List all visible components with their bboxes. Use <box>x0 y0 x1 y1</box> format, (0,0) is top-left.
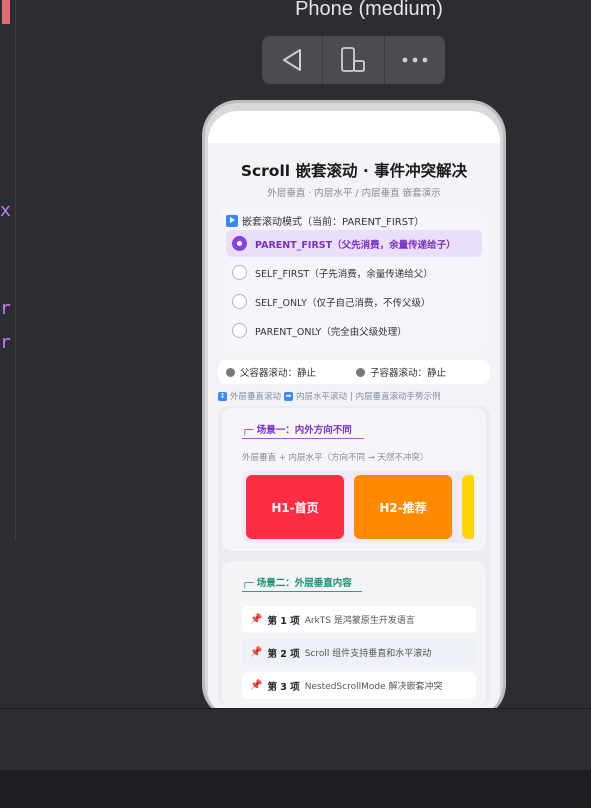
page-subtitle: 外层垂直 · 内层水平 / 内层垂直 嵌套演示 <box>267 188 441 199</box>
radio-icon <box>232 323 247 338</box>
code-fragment: r <box>0 332 11 353</box>
device-rotate-icon <box>341 47 366 72</box>
mode-heading: 嵌套滚动模式（当前：PARENT_FIRST） <box>226 213 482 228</box>
list-item[interactable]: 📌 第 2 项 Scroll 组件支持垂直和水平滚动 <box>242 639 476 666</box>
mode-option-self-only[interactable]: SELF_ONLY（仅子自己消费，不传父级） <box>226 288 482 315</box>
status-dot-icon <box>226 367 235 377</box>
scene1-title-text: 场景一：内外方向不同 <box>256 425 352 436</box>
status-bar <box>208 111 500 143</box>
mode-option-parent-only[interactable]: PARENT_ONLY（完全由父级处理） <box>226 317 482 344</box>
code-fragment: x <box>0 200 11 221</box>
phone-screen[interactable]: Scroll 嵌套滚动 · 事件冲突解决 外层垂直 · 内层水平 / 内层垂直 … <box>208 111 500 717</box>
list-item-number: 第 1 项 <box>267 615 300 627</box>
scene1-desc: 外层垂直 + 内层水平（方向不同 → 天然不冲突） <box>242 453 429 463</box>
pin-icon: 📌 <box>250 647 263 658</box>
mode-option-label: PARENT_FIRST（父先消费，余量传递给子） <box>255 239 456 251</box>
list-item[interactable]: 📌 第 3 项 NestedScrollMode 解决嵌套冲突 <box>242 672 476 699</box>
scene2-title-text: 场景二：外层垂直内容 <box>256 578 352 589</box>
tab-box-next[interactable] <box>462 475 474 539</box>
radio-selected-icon <box>232 236 247 251</box>
parent-scroll-status: 父容器滚动：静止 <box>226 365 356 379</box>
child-status-text: 子容器滚动：静止 <box>370 368 447 379</box>
mode-option-parent-first[interactable]: PARENT_FIRST（父先消费，余量传递给子） <box>226 230 482 257</box>
nested-mode-card: 嵌套滚动模式（当前：PARENT_FIRST） PARENT_FIRST（父先消… <box>218 207 490 352</box>
mode-heading-label: 嵌套滚动模式（当前：PARENT_FIRST） <box>242 217 425 228</box>
rotate-device-button[interactable] <box>323 36 385 84</box>
code-marker <box>2 0 10 24</box>
outer-vertical-scroll[interactable]: ┌─ 场景一：内外方向不同 外层垂直 + 内层水平（方向不同 → 天然不冲突） … <box>218 406 490 706</box>
device-title: Phone (medium) <box>295 0 443 20</box>
legend-outer: 外层垂直滚动 <box>230 392 282 402</box>
mode-option-self-first[interactable]: SELF_FIRST（子先消费，余量传递给父） <box>226 259 482 286</box>
play-icon <box>226 214 238 227</box>
more-dots-icon <box>402 57 428 63</box>
scroll-status-card: 父容器滚动：静止 子容器滚动：静止 <box>218 360 490 384</box>
pin-icon: 📌 <box>250 680 263 691</box>
tab-box-recommend[interactable]: H2-推荐 <box>354 475 452 539</box>
code-editor-gutter: x r r <box>0 0 16 540</box>
previewer-toolbar <box>262 36 445 84</box>
tab-box-home[interactable]: H1-首页 <box>246 475 344 539</box>
vertical-arrows-icon: ↕ <box>218 391 227 401</box>
bottom-panel <box>0 708 591 770</box>
child-scroll-status: 子容器滚动：静止 <box>356 365 486 379</box>
parent-status-text: 父容器滚动：静止 <box>240 368 317 379</box>
scroll-legend: ↕ 外层垂直滚动 ➡ 内层水平滚动 | 内层垂直滚动手势示例 <box>218 390 490 402</box>
more-button[interactable] <box>385 36 445 84</box>
status-strip <box>0 770 591 808</box>
list-item-number: 第 3 项 <box>267 681 300 693</box>
horizontal-arrow-icon: ➡ <box>284 391 294 401</box>
mode-option-label: PARENT_ONLY（完全由父级处理） <box>255 326 407 338</box>
mode-option-label: SELF_ONLY（仅子自己消费，不传父级） <box>255 297 431 309</box>
scene2-title: ┌─ 场景二：外层垂直内容 <box>242 575 362 592</box>
inner-horizontal-scroll[interactable]: H1-首页 H2-推荐 <box>242 471 474 543</box>
list-item-text: NestedScrollMode 解决嵌套冲突 <box>304 682 443 692</box>
mode-option-label: SELF_FIRST（子先消费，余量传递给父） <box>255 268 433 280</box>
back-triangle-icon <box>283 49 302 71</box>
radio-icon <box>232 294 247 309</box>
list-item-number: 第 2 项 <box>267 648 300 660</box>
legend-inner: 内层水平滚动 <box>296 392 348 402</box>
scene1-title: ┌─ 场景一：内外方向不同 <box>242 422 364 439</box>
list-item[interactable]: 📌 第 1 项 ArkTS 是鸿蒙原生开发语言 <box>242 606 476 633</box>
status-dot-icon <box>356 367 365 377</box>
list-item-text: ArkTS 是鸿蒙原生开发语言 <box>304 616 415 626</box>
list-item-text: Scroll 组件支持垂直和水平滚动 <box>304 649 432 659</box>
radio-icon <box>232 265 247 280</box>
phone-frame: Scroll 嵌套滚动 · 事件冲突解决 外层垂直 · 内层水平 / 内层垂直 … <box>202 100 506 720</box>
scene2-card: ┌─ 场景二：外层垂直内容 📌 第 1 项 ArkTS 是鸿蒙原生开发语言 📌 … <box>222 561 486 706</box>
back-button[interactable] <box>262 36 324 84</box>
code-fragment: r <box>0 298 11 319</box>
scene1-card: ┌─ 场景一：内外方向不同 外层垂直 + 内层水平（方向不同 → 天然不冲突） … <box>222 408 486 551</box>
pin-icon: 📌 <box>250 614 263 625</box>
page-title: Scroll 嵌套滚动 · 事件冲突解决 <box>240 162 468 180</box>
legend-rest: | 内层垂直滚动手势示例 <box>350 392 441 402</box>
